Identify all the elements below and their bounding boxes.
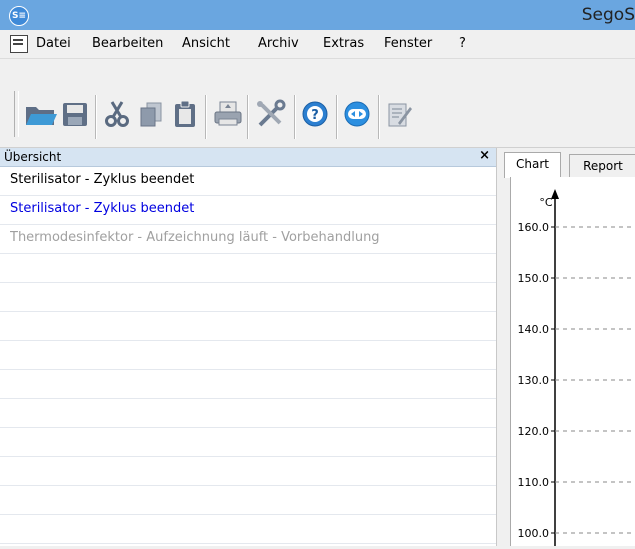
tab-chart[interactable]: Chart xyxy=(504,152,561,178)
y-axis-arrow xyxy=(551,189,559,199)
print-icon[interactable] xyxy=(212,99,242,129)
toolbar-grip[interactable] xyxy=(14,91,19,137)
svg-text:?: ? xyxy=(311,108,319,123)
list-item[interactable]: Sterilisator - Zyklus beendet xyxy=(0,196,496,225)
y-tick-label: 160.0 xyxy=(518,221,550,234)
menu-help[interactable]: ? xyxy=(459,36,466,51)
y-tick-label: 110.0 xyxy=(518,476,550,489)
list-item-label: Sterilisator - Zyklus beendet xyxy=(10,201,195,216)
toolbar-separator xyxy=(294,95,296,139)
list-item[interactable] xyxy=(0,312,496,341)
app-logo-icon[interactable]: S≡ xyxy=(9,6,29,26)
window-title: SegoS xyxy=(581,5,635,25)
list-item[interactable] xyxy=(0,399,496,428)
toolbar-separator xyxy=(247,95,249,139)
list-item-label: Sterilisator - Zyklus beendet xyxy=(10,172,195,187)
list-item[interactable] xyxy=(0,486,496,515)
edit-document-icon[interactable] xyxy=(384,99,414,129)
y-tick-label: 120.0 xyxy=(518,425,550,438)
y-tick-label: 140.0 xyxy=(518,323,550,336)
list-item[interactable] xyxy=(0,428,496,457)
y-tick-label: 100.0 xyxy=(518,527,550,540)
toolbar-separator xyxy=(336,95,338,139)
temperature-chart: °C 160.0 150.0 140.0 130.0 120.0 110.0 100.0 xyxy=(518,189,635,546)
tools-icon[interactable] xyxy=(254,99,286,129)
menu-datei[interactable]: Datei xyxy=(36,36,71,51)
remote-icon[interactable] xyxy=(342,99,372,129)
document-menu-icon[interactable] xyxy=(10,35,28,53)
list-item[interactable] xyxy=(0,283,496,312)
menu-fenster[interactable]: Fenster xyxy=(384,36,432,51)
menu-archiv[interactable]: Archiv xyxy=(258,36,299,51)
list-item[interactable] xyxy=(0,457,496,486)
open-folder-icon[interactable] xyxy=(24,99,57,129)
list-item[interactable] xyxy=(0,341,496,370)
help-icon[interactable]: ? xyxy=(300,99,330,129)
menu-ansicht[interactable]: Ansicht xyxy=(182,36,230,51)
overview-panel-header: Übersicht × xyxy=(0,148,496,167)
menu-extras[interactable]: Extras xyxy=(323,36,364,51)
toolbar-separator xyxy=(95,95,97,139)
y-axis-unit-label: °C xyxy=(539,196,553,209)
y-tick-label: 130.0 xyxy=(518,374,550,387)
cut-icon[interactable] xyxy=(102,99,132,129)
toolbar-separator xyxy=(205,95,207,139)
title-bar: S≡ SegoS xyxy=(0,0,635,31)
list-item[interactable]: Thermodesinfektor - Aufzeichnung läuft -… xyxy=(0,225,496,254)
list-item[interactable] xyxy=(0,515,496,544)
toolbar-separator xyxy=(378,95,380,139)
menu-bar: Datei Bearbeiten Ansicht Archiv Extras F… xyxy=(0,30,635,59)
list-item[interactable] xyxy=(0,370,496,399)
toolbar: ? xyxy=(0,59,635,148)
close-icon[interactable]: × xyxy=(479,148,490,163)
copy-icon[interactable] xyxy=(136,99,166,129)
save-icon[interactable] xyxy=(60,99,90,129)
list-item-label: Thermodesinfektor - Aufzeichnung läuft -… xyxy=(10,230,380,245)
list-item[interactable]: Sterilisator - Zyklus beendet xyxy=(0,167,496,196)
paste-icon[interactable] xyxy=(170,99,200,129)
list-item[interactable] xyxy=(0,254,496,283)
tab-report[interactable]: Report xyxy=(569,154,635,177)
y-tick-label: 150.0 xyxy=(518,272,550,285)
overview-panel-title: Übersicht xyxy=(4,150,62,164)
menu-bearbeiten[interactable]: Bearbeiten xyxy=(92,36,163,51)
overview-panel: Übersicht × Sterilisator - Zyklus beende… xyxy=(0,148,497,546)
chart-area: °C 160.0 150.0 140.0 130.0 120.0 110.0 100.0 xyxy=(510,177,635,546)
